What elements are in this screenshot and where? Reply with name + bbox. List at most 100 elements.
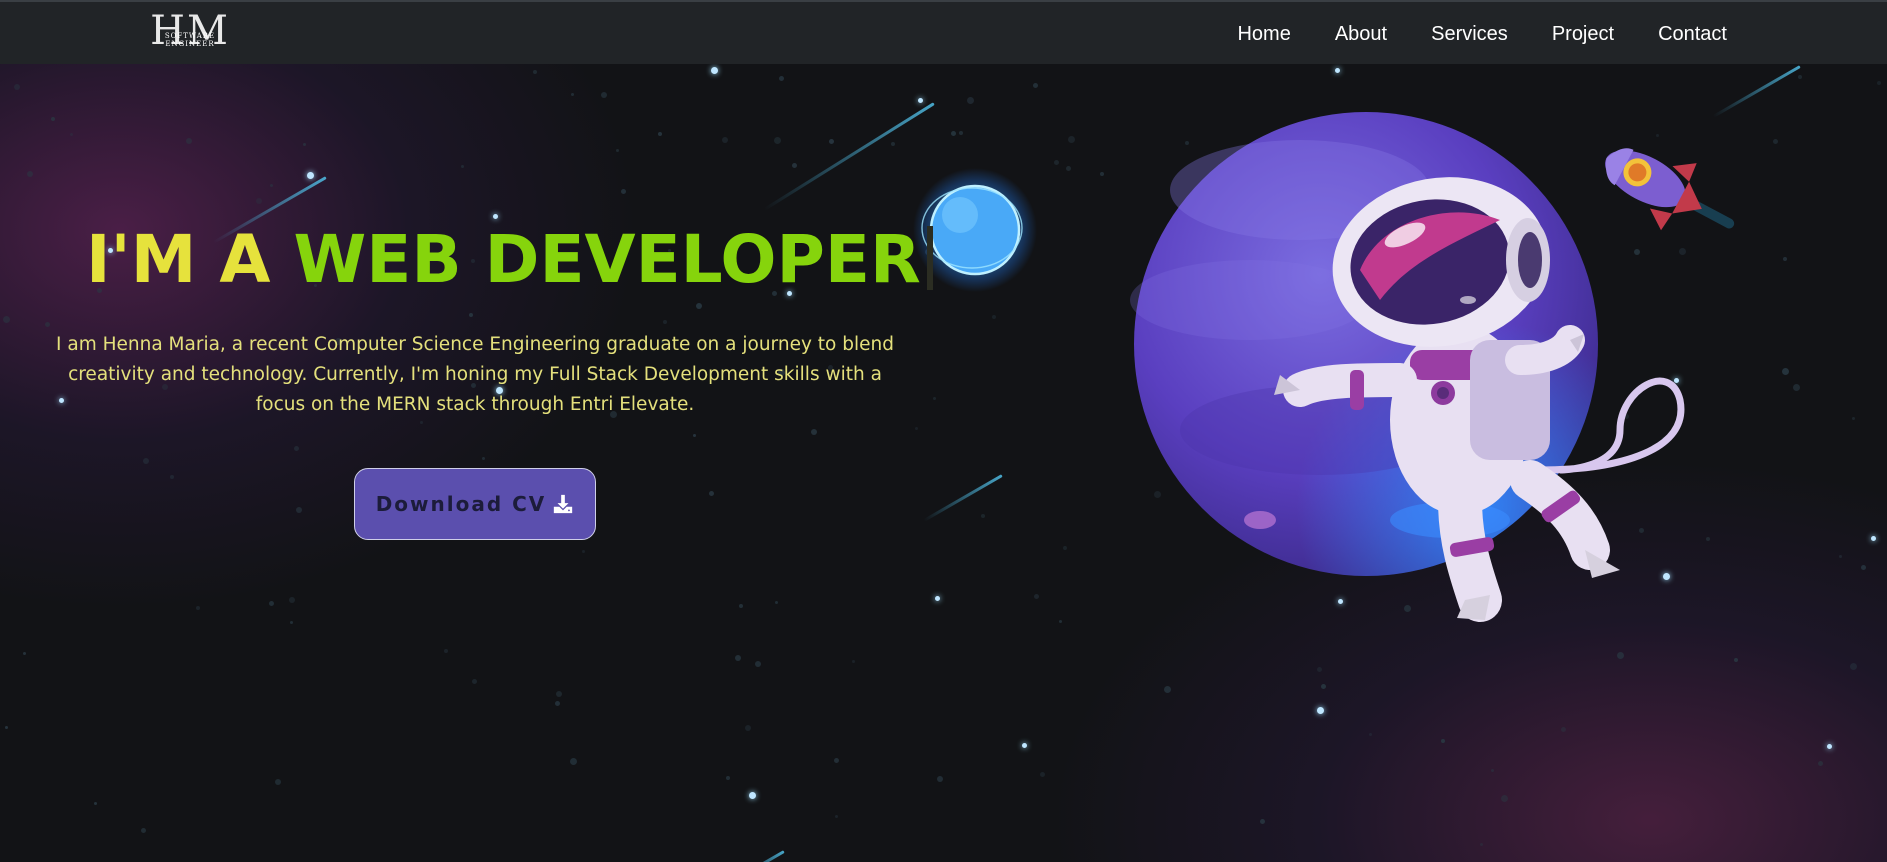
star <box>1870 535 1876 541</box>
dim-star <box>296 507 302 513</box>
dim-star <box>1317 667 1322 672</box>
star <box>710 66 718 74</box>
dim-star <box>1634 249 1640 255</box>
dim-star <box>891 142 895 146</box>
dim-star <box>269 601 274 606</box>
logo-subtitle: SOFTWARE ENGINEER <box>164 32 216 48</box>
download-cv-button[interactable]: Download CV <box>354 468 596 540</box>
dim-star <box>829 139 834 144</box>
dim-star <box>1773 139 1778 144</box>
dim-star <box>1783 257 1787 261</box>
download-cv-label: Download CV <box>375 492 547 516</box>
dim-star <box>3 316 10 323</box>
star <box>306 171 314 179</box>
dim-star <box>1850 663 1857 670</box>
dim-star <box>616 149 619 152</box>
hero-section: HM SOFTWARE ENGINEER Home About Services… <box>0 0 1887 862</box>
comet <box>1712 65 1801 118</box>
dim-star <box>663 320 667 324</box>
dim-star <box>1496 516 1499 519</box>
comet <box>923 474 1003 522</box>
dim-star <box>1839 555 1842 558</box>
dim-star <box>27 171 33 177</box>
dim-star <box>294 446 299 451</box>
dim-star <box>835 815 838 818</box>
dim-star <box>1656 134 1659 137</box>
dim-star <box>23 652 26 655</box>
dim-star <box>1154 491 1161 498</box>
dim-star <box>1411 514 1418 521</box>
dim-star <box>14 84 20 90</box>
dim-star <box>709 491 714 496</box>
dim-star <box>570 758 577 765</box>
dim-star <box>533 70 537 74</box>
dim-star <box>1185 141 1189 145</box>
dim-star <box>141 828 146 833</box>
nav-link-contact[interactable]: Contact <box>1658 23 1727 46</box>
dim-star <box>792 163 797 168</box>
dim-star <box>1321 684 1326 689</box>
dim-star <box>270 184 273 187</box>
astronaut-illustration <box>1274 177 1685 622</box>
dim-star <box>726 776 730 780</box>
dim-star <box>1369 733 1372 736</box>
dim-star <box>186 138 192 144</box>
dim-star <box>1263 348 1270 355</box>
headline-part2: WEB DEVELOPER <box>293 221 921 298</box>
dim-star <box>1100 172 1104 176</box>
dim-star <box>1302 227 1308 233</box>
dim-star <box>621 189 626 194</box>
dim-star <box>51 117 55 121</box>
dim-star <box>472 679 477 684</box>
typing-caret <box>926 226 933 290</box>
dim-star <box>1861 565 1866 570</box>
nav-links: Home About Services Project Contact <box>1237 2 1727 66</box>
dim-star <box>1145 330 1152 337</box>
dim-star <box>1818 761 1823 766</box>
star <box>1316 706 1324 714</box>
dim-star <box>289 597 295 603</box>
nav-link-project[interactable]: Project <box>1552 23 1614 46</box>
dim-star <box>1054 160 1059 165</box>
dim-star <box>1201 278 1207 284</box>
dim-star <box>811 429 817 435</box>
nav-link-about[interactable]: About <box>1335 23 1387 46</box>
dim-star <box>834 758 839 763</box>
dim-star <box>482 457 485 460</box>
dim-star <box>1066 166 1071 171</box>
dim-star <box>303 143 306 146</box>
logo[interactable]: HM SOFTWARE ENGINEER <box>140 8 240 58</box>
dim-star <box>601 92 607 98</box>
star <box>1662 572 1670 580</box>
dim-star <box>1624 414 1629 419</box>
dim-star <box>779 76 784 81</box>
dim-star <box>571 93 574 96</box>
dim-star <box>582 550 585 553</box>
dim-star <box>1033 83 1038 88</box>
nav-link-home[interactable]: Home <box>1237 23 1290 46</box>
dim-star <box>1798 75 1802 79</box>
nav-link-services[interactable]: Services <box>1431 23 1508 46</box>
dim-star <box>1734 658 1738 662</box>
dim-star <box>1561 727 1566 732</box>
dim-star <box>774 137 781 144</box>
download-icon <box>554 494 573 514</box>
dim-star <box>5 726 8 729</box>
dim-star <box>420 421 423 424</box>
star <box>1673 377 1679 383</box>
dim-star <box>1426 524 1431 529</box>
dim-star <box>1404 605 1411 612</box>
dim-star <box>992 315 996 319</box>
dim-star <box>722 137 728 143</box>
dim-star <box>852 660 855 663</box>
dim-star <box>1679 248 1686 255</box>
dim-star <box>1397 481 1404 488</box>
star <box>1021 742 1027 748</box>
dim-star <box>1501 795 1508 802</box>
dim-star <box>1389 333 1394 338</box>
dim-star <box>1480 843 1483 846</box>
dim-star <box>658 132 662 136</box>
dim-star <box>290 621 293 624</box>
dim-star <box>981 514 985 518</box>
dim-star <box>1068 136 1075 143</box>
